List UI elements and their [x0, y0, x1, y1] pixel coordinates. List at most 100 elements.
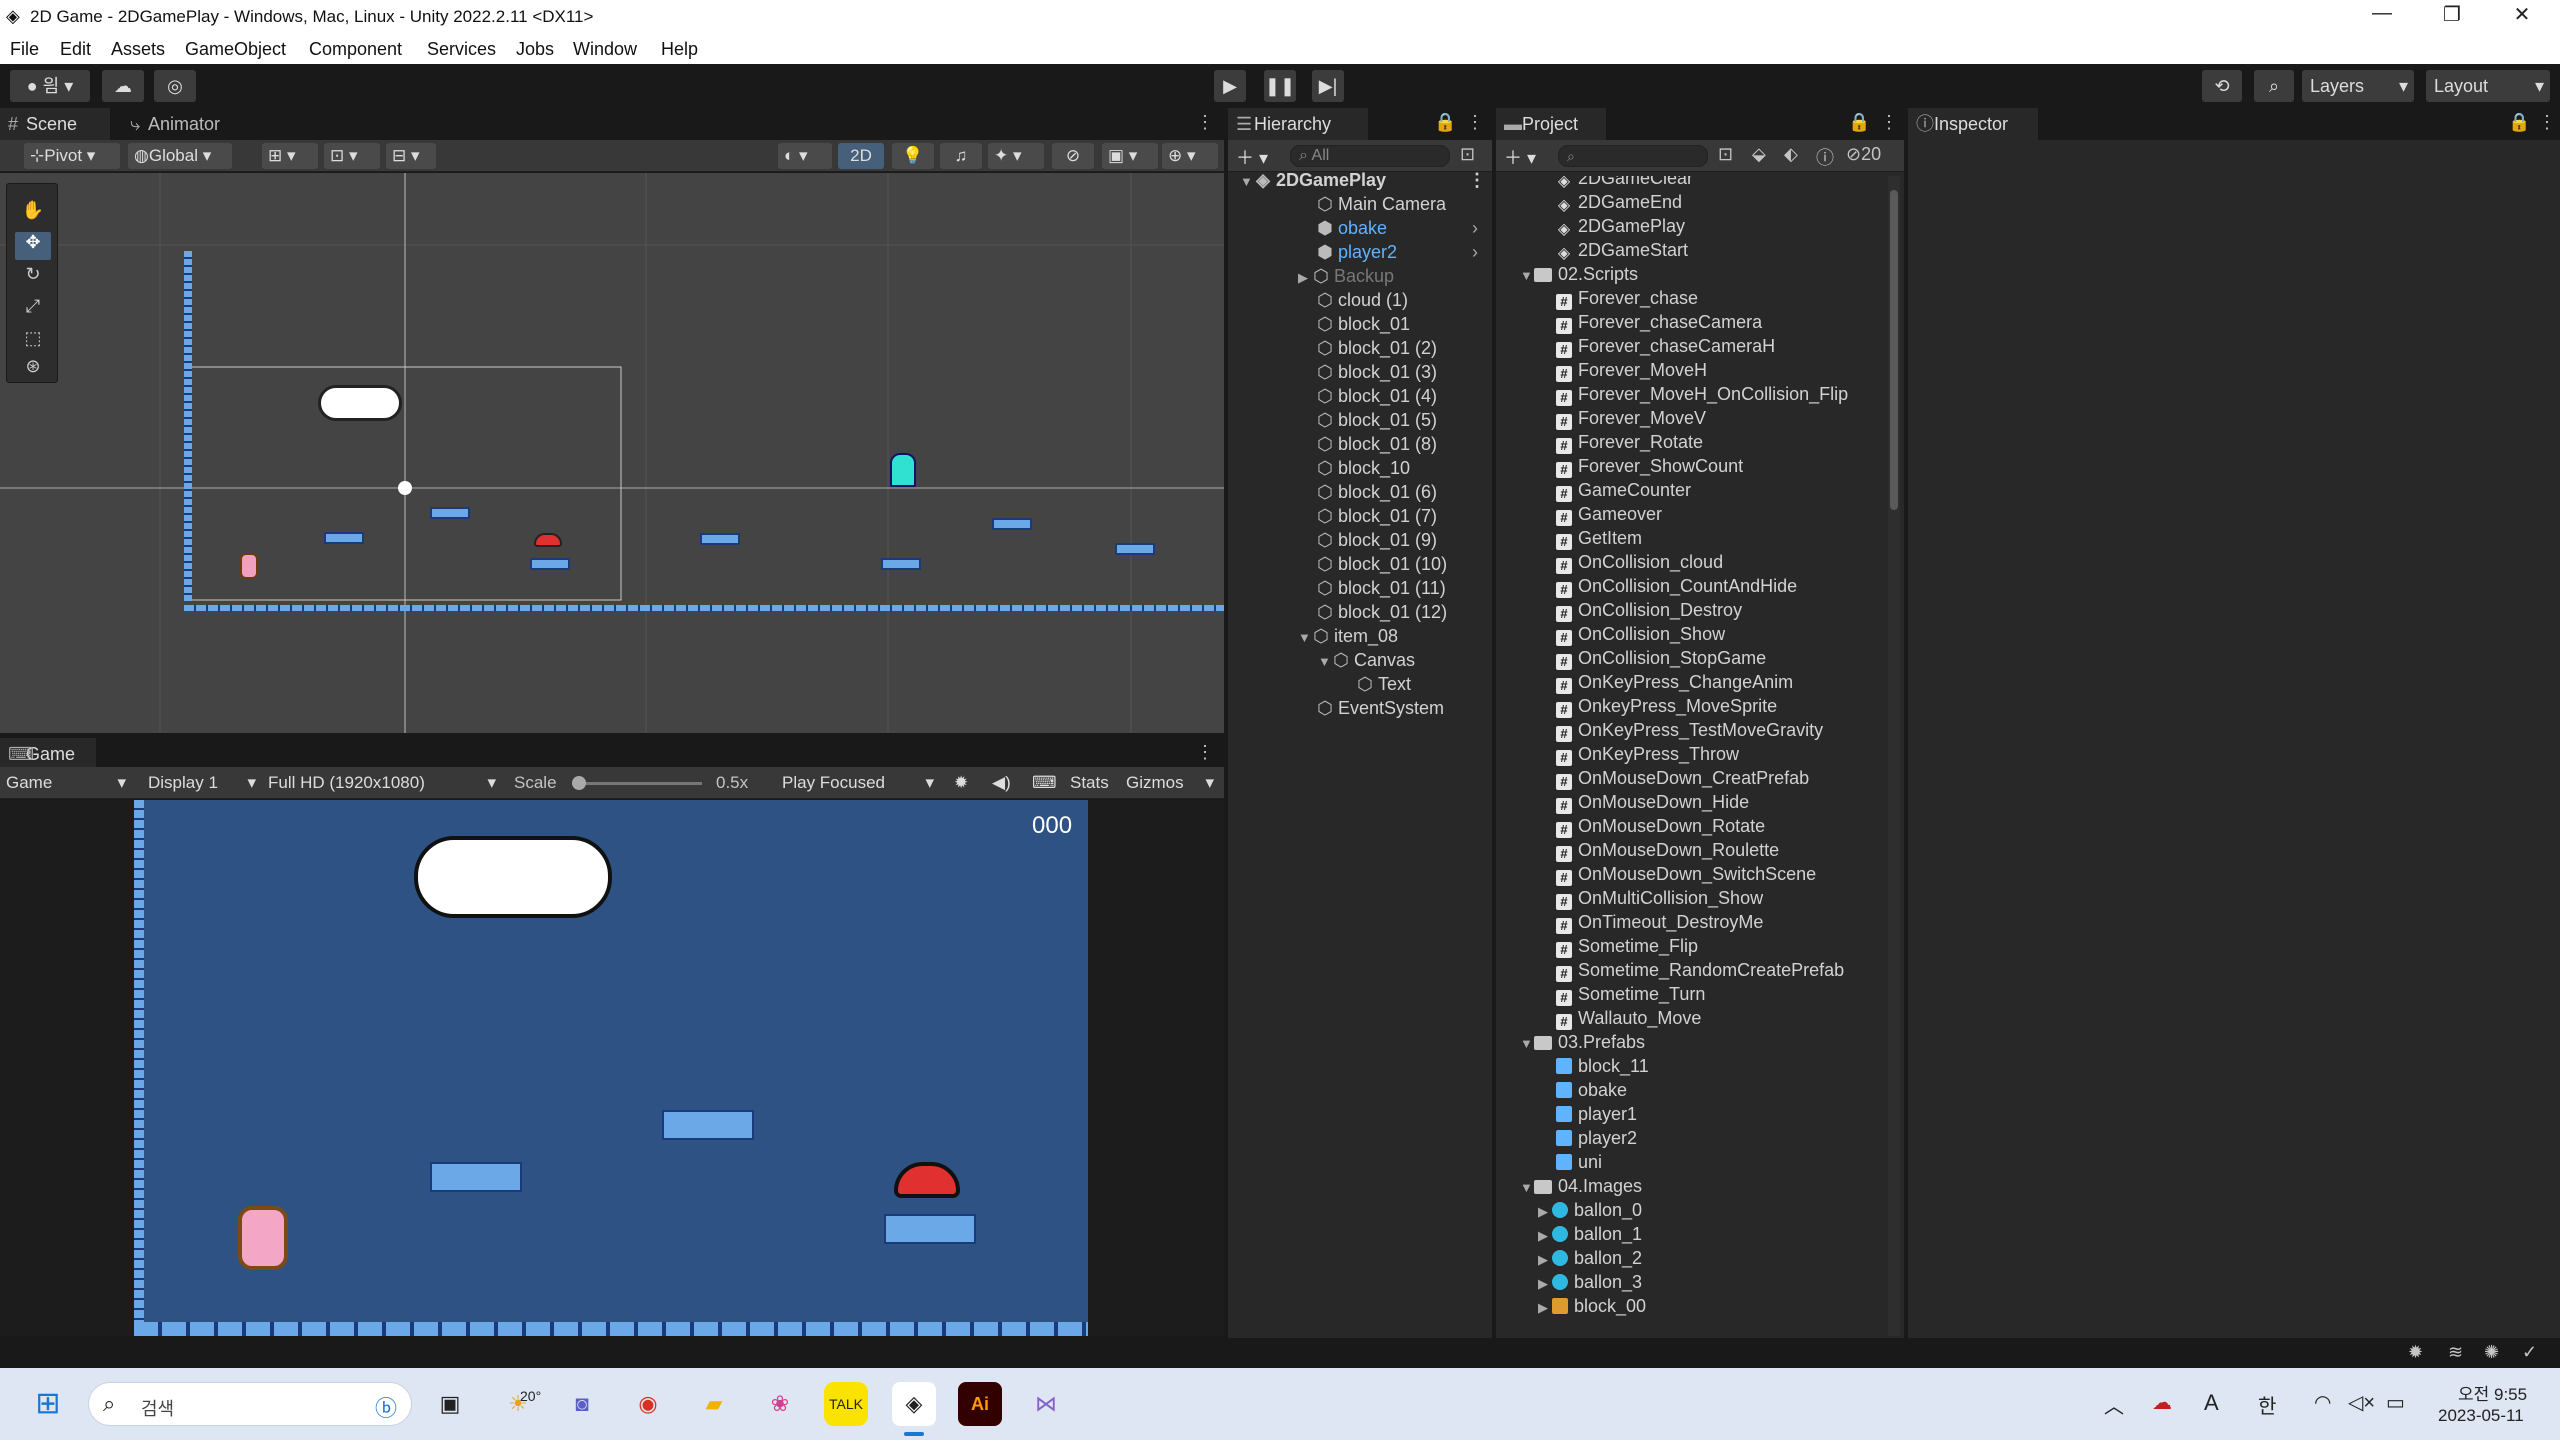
asset-script[interactable]: # OnMouseDown_Rotate	[1556, 814, 1765, 838]
hierarchy-item[interactable]: ⬡ block_01 (3)	[1316, 360, 1437, 384]
asset-script[interactable]: # Forever_MoveH	[1556, 358, 1707, 382]
hierarchy-item[interactable]: ⬡ block_01 (7)	[1316, 504, 1437, 528]
scene-view[interactable]: ✋ ✥ ↻ ⤢ ⬚ ⊛	[0, 173, 1224, 733]
lock-icon[interactable]: 🔒	[1434, 112, 1456, 133]
history-button[interactable]: ⟲	[2202, 70, 2242, 102]
hierarchy-item[interactable]: ⬡ block_01 (4)	[1316, 384, 1437, 408]
hand-tool-icon[interactable]: ✋	[15, 200, 51, 228]
folder-prefabs[interactable]: ▼ 03.Prefabs	[1520, 1030, 1645, 1054]
audio-button[interactable]: ♫	[940, 143, 982, 169]
menu-window[interactable]: Window	[573, 39, 637, 60]
asset-sprite[interactable]: ▶ ballon_0	[1538, 1198, 1642, 1222]
project-scrollbar[interactable]	[1888, 176, 1900, 1336]
asset-script[interactable]: # OnKeyPress_Throw	[1556, 742, 1739, 766]
keyboard-button[interactable]: ⌨	[1026, 770, 1057, 796]
scale-slider-thumb[interactable]	[572, 776, 586, 790]
lock-icon[interactable]: 🔒	[1848, 112, 1870, 133]
asset-script[interactable]: # OnkeyPress_MoveSprite	[1556, 694, 1777, 718]
debug-button[interactable]: ✹	[948, 770, 978, 796]
search-button[interactable]: ⌕	[2254, 70, 2294, 102]
more-options-icon[interactable]: ⋮	[1468, 168, 1486, 192]
illustrator-icon[interactable]: Ai	[958, 1382, 1002, 1426]
menu-edit[interactable]: Edit	[60, 39, 91, 60]
hierarchy-item[interactable]: ⬡ block_01 (11)	[1316, 576, 1446, 600]
menu-component[interactable]: Component	[309, 39, 402, 60]
layout-dropdown[interactable]: Layout ▾	[2426, 70, 2550, 102]
battery-icon[interactable]: ▭	[2386, 1390, 2405, 1415]
asset-script[interactable]: # OnMouseDown_Hide	[1556, 790, 1749, 814]
photos-app-icon[interactable]: ❀	[758, 1382, 802, 1426]
visual-studio-icon[interactable]: ⋈	[1024, 1382, 1068, 1426]
mute-button[interactable]: ◀)	[986, 770, 1016, 796]
asset-sprite[interactable]: ▶ ballon_1	[1538, 1222, 1642, 1246]
draw-mode-button[interactable]: ◐ ▾	[778, 143, 832, 169]
taskbar-search-box[interactable]: ⌕ 검색 ⓑ	[88, 1382, 412, 1426]
play-button[interactable]: ▶	[1214, 70, 1246, 102]
hierarchy-item[interactable]: ⬡ block_01	[1316, 312, 1410, 336]
hierarchy-item[interactable]: ⬡ block_01 (10)	[1316, 552, 1447, 576]
hierarchy-scene-root[interactable]: ▼ ◈ 2DGamePlay ⋮	[1240, 168, 1492, 192]
asset-sprite[interactable]: ▶ block_00	[1538, 1294, 1646, 1318]
asset-script[interactable]: # Forever_Rotate	[1556, 430, 1703, 454]
stats-button[interactable]: Stats	[1064, 770, 1114, 796]
resolution-dropdown[interactable]: Full HD (1920x1080) ▾	[262, 770, 502, 796]
hierarchy-item[interactable]: ⬡ block_01 (12)	[1316, 600, 1447, 624]
lock-icon[interactable]: 🔒	[2508, 112, 2530, 133]
move-tool-icon[interactable]: ✥	[15, 232, 51, 260]
hierarchy-item[interactable]: ⬡ Main Camera	[1316, 192, 1446, 216]
debug-mode-icon[interactable]: ✹	[2408, 1342, 2423, 1363]
rotate-tool-icon[interactable]: ↻	[15, 264, 51, 292]
gizmos-dropdown[interactable]: Gizmos ▾	[1120, 770, 1220, 796]
collab-button[interactable]: ◎	[154, 70, 196, 102]
asset-script[interactable]: # Sometime_RandomCreatePrefab	[1556, 958, 1844, 982]
asset-script[interactable]: # OnCollision_CountAndHide	[1556, 574, 1797, 598]
global-dropdown[interactable]: ◍Global ▾	[128, 143, 232, 169]
asset-script[interactable]: # OnCollision_StopGame	[1556, 646, 1766, 670]
task-view-icon[interactable]: ▣	[428, 1382, 472, 1426]
more-options-icon[interactable]: ⋮	[1466, 112, 1484, 133]
tab-scene[interactable]: # Scene	[0, 108, 110, 140]
game-view[interactable]: 000	[134, 800, 1088, 1336]
close-button[interactable]: ✕	[2508, 2, 2536, 27]
transform-tool-icon[interactable]: ⊛	[15, 356, 51, 380]
hierarchy-item[interactable]: ▶ ⬡ Backup	[1298, 264, 1394, 288]
hierarchy-item[interactable]: ⬢ obake ›	[1316, 216, 1478, 240]
grid-visibility-button[interactable]: ⊟ ▾	[386, 143, 436, 169]
asset-prefab[interactable]: player1	[1556, 1102, 1637, 1126]
asset-prefab[interactable]: uni	[1556, 1150, 1602, 1174]
menu-services[interactable]: Services	[427, 39, 496, 60]
wifi-icon[interactable]: ◠	[2314, 1390, 2331, 1415]
asset-script[interactable]: # Sometime_Turn	[1556, 982, 1705, 1006]
hierarchy-item[interactable]: ⬡ EventSystem	[1316, 696, 1444, 720]
hierarchy-item[interactable]: ▼ ⬡ Canvas	[1318, 648, 1415, 672]
asset-script[interactable]: # Forever_chaseCamera	[1556, 310, 1762, 334]
create-asset-button[interactable]: ＋ ▾	[1504, 144, 1536, 170]
asset-script[interactable]: # Wallauto_Move	[1556, 1006, 1701, 1030]
weather-widget-icon[interactable]: ☀ 20°	[496, 1382, 541, 1426]
menu-assets[interactable]: Assets	[111, 39, 165, 60]
hierarchy-search-input[interactable]: ⌕ All	[1290, 145, 1450, 167]
hierarchy-item[interactable]: ⬡ block_01 (9)	[1316, 528, 1437, 552]
chevron-right-icon[interactable]: ›	[1472, 216, 1478, 240]
asset-scene[interactable]: ◈ 2DGameStart	[1556, 238, 1688, 262]
asset-script[interactable]: # OnCollision_Show	[1556, 622, 1725, 646]
project-search-input[interactable]: ⌕	[1558, 145, 1708, 167]
layers-dropdown[interactable]: Layers ▾	[2302, 70, 2414, 102]
asset-script[interactable]: # OnTimeout_DestroyMe	[1556, 910, 1763, 934]
tab-inspector[interactable]: ⓘ Inspector	[1908, 108, 2038, 140]
menu-file[interactable]: File	[10, 39, 39, 60]
search-by-label-icon[interactable]: ⬙	[1752, 144, 1766, 165]
grid-snap-button[interactable]: ⊞ ▾	[262, 143, 318, 169]
step-button[interactable]: ▶|	[1312, 70, 1344, 102]
asset-script[interactable]: # Sometime_Flip	[1556, 934, 1698, 958]
hierarchy-item[interactable]: ▼ ⬡ item_08	[1298, 624, 1398, 648]
tab-project[interactable]: ▬ Project	[1496, 108, 1606, 140]
tab-hierarchy[interactable]: ☰ Hierarchy	[1228, 108, 1368, 140]
asset-scene[interactable]: ◈ 2DGameClear	[1556, 176, 1693, 190]
increment-snap-button[interactable]: ⊡ ▾	[324, 143, 380, 169]
hierarchy-item[interactable]: ⬡ cloud (1)	[1316, 288, 1408, 312]
cloud-button[interactable]: ☁	[102, 70, 144, 102]
menu-jobs[interactable]: Jobs	[516, 39, 554, 60]
mode-2d-button[interactable]: 2D	[838, 143, 884, 169]
play-focused-dropdown[interactable]: Play Focused ▾	[776, 770, 940, 796]
